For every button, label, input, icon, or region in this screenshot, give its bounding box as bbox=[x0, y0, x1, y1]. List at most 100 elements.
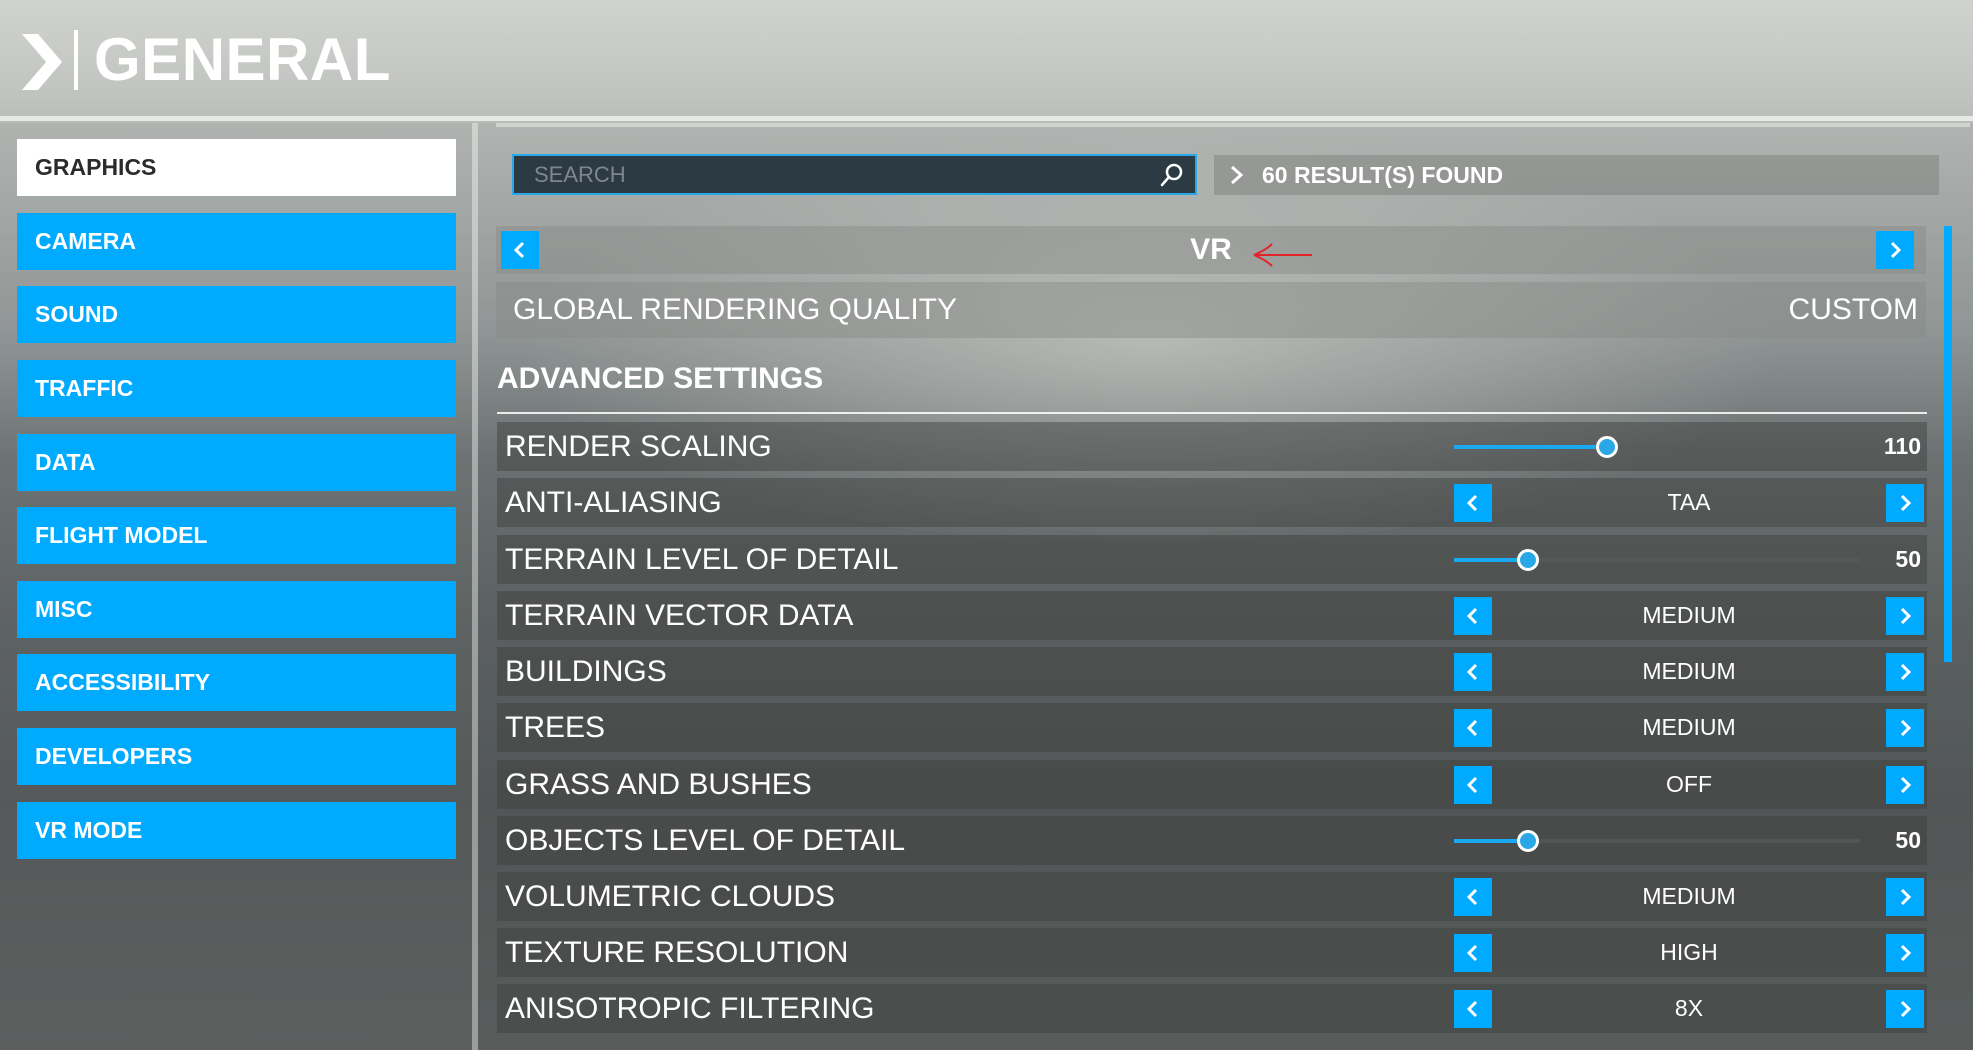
render-scaling-slider[interactable] bbox=[1454, 436, 1860, 458]
chevron-left-icon bbox=[1466, 719, 1478, 737]
chevron-left-icon bbox=[1466, 663, 1478, 681]
chevron-left-icon bbox=[1466, 944, 1478, 962]
header-divider bbox=[0, 116, 1973, 121]
search-input[interactable] bbox=[514, 156, 1144, 193]
setting-label: ANISOTROPIC FILTERING bbox=[505, 992, 875, 1025]
option-next-button[interactable] bbox=[1886, 653, 1924, 691]
option-next-button[interactable] bbox=[1886, 484, 1924, 522]
setting-value: 110 bbox=[1883, 433, 1921, 459]
sidebar-item-data[interactable]: DATA bbox=[17, 434, 456, 491]
slider-handle[interactable] bbox=[1596, 436, 1619, 458]
terrain-lod-slider[interactable] bbox=[1454, 549, 1860, 571]
option-next-button[interactable] bbox=[1886, 934, 1924, 972]
option-prev-button[interactable] bbox=[1454, 990, 1492, 1028]
sidebar-item-misc[interactable]: MISC bbox=[17, 581, 456, 638]
setting-value: TAA bbox=[1667, 489, 1711, 515]
option-next-button[interactable] bbox=[1886, 878, 1924, 916]
setting-label: TEXTURE RESOLUTION bbox=[505, 936, 849, 969]
option-next-button[interactable] bbox=[1886, 990, 1924, 1028]
option-prev-button[interactable] bbox=[1454, 934, 1492, 972]
objects-lod-slider[interactable] bbox=[1454, 830, 1860, 852]
option-prev-button[interactable] bbox=[1454, 484, 1492, 522]
annotation-arrow-icon bbox=[1250, 240, 1314, 270]
setting-row-render-scaling[interactable]: RENDER SCALING 110 bbox=[497, 422, 1927, 471]
option-prev-button[interactable] bbox=[1454, 878, 1492, 916]
setting-row-grass-and-bushes[interactable]: GRASS AND BUSHES OFF bbox=[497, 760, 1927, 809]
setting-row-volumetric-clouds[interactable]: VOLUMETRIC CLOUDS MEDIUM bbox=[497, 872, 1927, 921]
setting-row-anti-aliasing[interactable]: ANTI-ALIASING TAA bbox=[497, 478, 1927, 527]
setting-value: MEDIUM bbox=[1642, 658, 1736, 684]
option-prev-button[interactable] bbox=[1454, 709, 1492, 747]
option-next-button[interactable] bbox=[1886, 597, 1924, 635]
setting-row-trees[interactable]: TREES MEDIUM bbox=[497, 703, 1927, 752]
preset-next-button[interactable] bbox=[1876, 231, 1914, 269]
setting-label: RENDER SCALING bbox=[505, 430, 772, 463]
chevron-right-icon bbox=[1900, 776, 1912, 794]
chevron-right-icon bbox=[1230, 165, 1244, 185]
global-rendering-quality-row[interactable]: GLOBAL RENDERING QUALITY CUSTOM bbox=[496, 282, 1926, 338]
search-box[interactable] bbox=[512, 154, 1197, 195]
sidebar-item-graphics[interactable]: GRAPHICS bbox=[17, 139, 456, 196]
setting-label: TERRAIN LEVEL OF DETAIL bbox=[505, 543, 899, 576]
results-bar: 60 RESULT(S) FOUND bbox=[1214, 155, 1939, 195]
title-divider bbox=[74, 30, 78, 90]
setting-value: 50 bbox=[1895, 827, 1921, 853]
sidebar-item-vr-mode[interactable]: VR MODE bbox=[17, 802, 456, 859]
advanced-settings-divider bbox=[497, 412, 1927, 414]
setting-row-anisotropic-filtering[interactable]: ANISOTROPIC FILTERING 8X bbox=[497, 984, 1927, 1033]
setting-label: GRASS AND BUSHES bbox=[505, 768, 812, 801]
chevron-right-icon bbox=[1890, 241, 1902, 259]
setting-value: 8X bbox=[1674, 995, 1704, 1021]
chevron-left-icon bbox=[1466, 1000, 1478, 1018]
option-next-button[interactable] bbox=[1886, 709, 1924, 747]
option-next-button[interactable] bbox=[1886, 766, 1924, 804]
setting-value: MEDIUM bbox=[1642, 602, 1736, 628]
setting-row-terrain-vector-data[interactable]: TERRAIN VECTOR DATA MEDIUM bbox=[497, 591, 1927, 640]
sidebar-item-camera[interactable]: CAMERA bbox=[17, 213, 456, 270]
chevron-right-icon bbox=[1900, 888, 1912, 906]
setting-row-objects-level-of-detail[interactable]: OBJECTS LEVEL OF DETAIL 50 bbox=[497, 816, 1927, 865]
chevron-left-icon bbox=[1466, 888, 1478, 906]
setting-label: ANTI-ALIASING bbox=[505, 486, 722, 519]
page-title: GENERAL bbox=[94, 26, 391, 93]
setting-row-buildings[interactable]: BUILDINGS MEDIUM bbox=[497, 647, 1927, 696]
option-prev-button[interactable] bbox=[1454, 766, 1492, 804]
preset-value: VR bbox=[1190, 233, 1232, 266]
sidebar-item-sound[interactable]: SOUND bbox=[17, 286, 456, 343]
setting-row-terrain-level-of-detail[interactable]: TERRAIN LEVEL OF DETAIL 50 bbox=[497, 535, 1927, 584]
chevron-left-icon bbox=[1466, 607, 1478, 625]
sidebar-item-accessibility[interactable]: ACCESSIBILITY bbox=[17, 654, 456, 711]
settings-scrollbar[interactable] bbox=[1944, 226, 1952, 662]
global-rendering-quality-value: CUSTOM bbox=[1788, 293, 1918, 326]
back-chevron-icon[interactable] bbox=[18, 30, 66, 94]
option-prev-button[interactable] bbox=[1454, 597, 1492, 635]
chevron-right-icon bbox=[1900, 1000, 1912, 1018]
chevron-left-icon bbox=[1466, 776, 1478, 794]
advanced-settings-heading: ADVANCED SETTINGS bbox=[497, 362, 824, 395]
chevron-right-icon bbox=[1900, 944, 1912, 962]
setting-label: TERRAIN VECTOR DATA bbox=[505, 599, 854, 632]
search-icon[interactable] bbox=[1159, 162, 1185, 188]
slider-handle[interactable] bbox=[1517, 549, 1540, 571]
option-prev-button[interactable] bbox=[1454, 653, 1492, 691]
sidebar-item-developers[interactable]: DEVELOPERS bbox=[17, 728, 456, 785]
setting-value: MEDIUM bbox=[1642, 883, 1736, 909]
setting-label: OBJECTS LEVEL OF DETAIL bbox=[505, 824, 906, 857]
global-rendering-quality-label: GLOBAL RENDERING QUALITY bbox=[513, 293, 957, 326]
slider-fill bbox=[1454, 445, 1607, 449]
chevron-right-icon bbox=[1900, 607, 1912, 625]
setting-label: VOLUMETRIC CLOUDS bbox=[505, 880, 836, 913]
results-count: 60 RESULT(S) FOUND bbox=[1262, 162, 1504, 188]
chevron-right-icon bbox=[1900, 494, 1912, 512]
setting-row-texture-resolution[interactable]: TEXTURE RESOLUTION HIGH bbox=[497, 928, 1927, 977]
setting-value: 50 bbox=[1895, 546, 1921, 572]
setting-label: TREES bbox=[505, 711, 606, 744]
setting-label: BUILDINGS bbox=[505, 655, 667, 688]
chevron-right-icon bbox=[1900, 719, 1912, 737]
preset-selector: VR bbox=[496, 226, 1926, 274]
sidebar-item-traffic[interactable]: TRAFFIC bbox=[17, 360, 456, 417]
setting-value: MEDIUM bbox=[1642, 714, 1736, 740]
slider-handle[interactable] bbox=[1517, 830, 1540, 852]
chevron-right-icon bbox=[1900, 663, 1912, 681]
sidebar-item-flight-model[interactable]: FLIGHT MODEL bbox=[17, 507, 456, 564]
